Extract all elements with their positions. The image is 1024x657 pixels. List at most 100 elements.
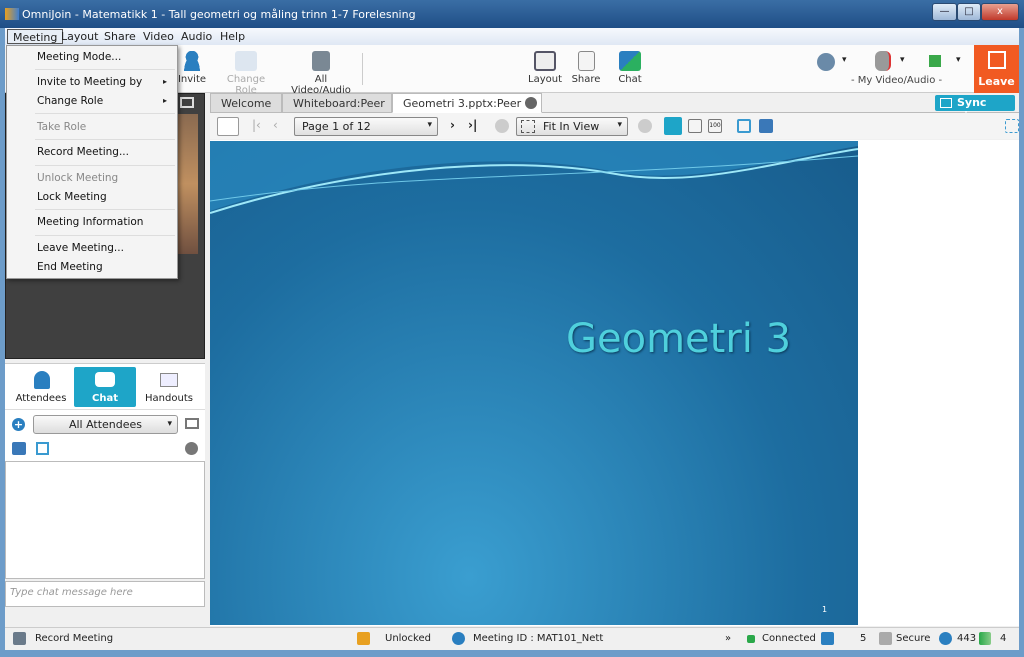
webcam-icon[interactable] [817, 53, 835, 71]
record-meeting-status[interactable]: Record Meeting [35, 633, 113, 644]
speaker-icon[interactable] [929, 55, 941, 67]
divider [35, 235, 175, 236]
popout-chat-icon[interactable] [185, 418, 199, 429]
print-icon[interactable] [759, 119, 773, 133]
fullscreen-icon[interactable] [1005, 119, 1019, 133]
menu-item-end-meeting[interactable]: End Meeting [37, 261, 103, 273]
recipient-value: All Attendees [68, 418, 143, 431]
clear-icon[interactable] [185, 442, 198, 455]
save-icon[interactable] [36, 442, 49, 455]
zoom-select[interactable]: Fit In View ▾ [516, 117, 628, 136]
recipient-select[interactable]: All Attendees ▾ [33, 415, 178, 434]
chat-label: Chat [618, 74, 642, 85]
chevron-down-icon: ▾ [427, 120, 432, 130]
layout-button[interactable]: Layout [527, 51, 563, 85]
sync-view-button[interactable]: Sync view [935, 95, 1015, 122]
menu-item-meeting-information[interactable]: Meeting Information [37, 216, 143, 228]
layout-label: Layout [528, 74, 562, 85]
menu-share[interactable]: Share [99, 29, 141, 44]
mic-muted-icon[interactable] [875, 51, 891, 71]
slide-wave-decoration [210, 141, 858, 214]
leave-button[interactable]: Leave [974, 45, 1019, 93]
document-tabs: Welcome Whiteboard:Peer Geometri 3.pptx:… [210, 93, 1019, 122]
title-bar: OmniJoin - Matematikk 1 - Tall geometri … [0, 0, 1024, 28]
menu-item-lock-meeting[interactable]: Lock Meeting [37, 191, 107, 203]
tab-welcome[interactable]: Welcome [210, 93, 282, 113]
menu-bar: Meeting Layout Share Video Audio Help [5, 28, 1019, 45]
document-share-icon [577, 51, 595, 71]
divider [35, 209, 175, 210]
divider [35, 113, 175, 114]
share-label: Share [571, 74, 601, 85]
leave-label: Leave [978, 75, 1015, 88]
app-frame: Meeting Layout Share Video Audio Help In… [5, 28, 1019, 650]
tab-chat[interactable]: Chat [74, 367, 136, 407]
change-role-button[interactable]: Change Role [218, 51, 274, 96]
minimize-button[interactable]: — [932, 3, 957, 21]
signal-bars-icon [979, 632, 991, 645]
invite-button[interactable]: Invite [177, 51, 207, 85]
divider [35, 165, 175, 166]
person-icon [34, 371, 50, 389]
print-icon[interactable] [12, 442, 26, 455]
tab-label: Attendees [15, 393, 67, 404]
popout-video-icon[interactable] [180, 97, 194, 108]
menu-video[interactable]: Video [138, 29, 179, 44]
port-icon [939, 632, 952, 645]
share-button[interactable]: Share [570, 51, 602, 85]
expand-status-icon[interactable]: » [725, 633, 731, 644]
menu-item-leave-meeting[interactable]: Leave Meeting... [37, 242, 124, 254]
zoom-out-icon[interactable] [495, 119, 509, 133]
menu-item-change-role[interactable]: Change Role [37, 95, 103, 107]
close-tab-icon[interactable] [525, 97, 537, 109]
last-page-icon[interactable]: ›| [468, 118, 477, 132]
prev-page-icon[interactable]: ‹ [273, 118, 278, 132]
tab-attendees[interactable]: Attendees [10, 367, 72, 407]
first-page-icon[interactable]: |‹ [252, 118, 261, 132]
menu-item-meeting-mode[interactable]: Meeting Mode... [37, 51, 121, 63]
menu-item-record-meeting[interactable]: Record Meeting... [37, 146, 129, 158]
actual-size-icon[interactable]: 100 [708, 119, 722, 133]
save-icon[interactable] [737, 119, 751, 133]
slide: Geometri 3 1 [210, 141, 858, 625]
menu-item-invite[interactable]: Invite to Meeting by [37, 76, 142, 88]
close-button[interactable]: x [981, 3, 1019, 21]
connection-status: Connected [762, 633, 816, 644]
mic-dropdown[interactable]: ▾ [900, 55, 905, 65]
menu-meeting[interactable]: Meeting [7, 29, 64, 44]
webcam-dropdown[interactable]: ▾ [842, 55, 847, 65]
fit-view-icon[interactable] [664, 117, 682, 135]
maximize-button[interactable]: □ [957, 3, 981, 21]
zoom-in-icon[interactable] [638, 119, 652, 133]
user-add-icon [181, 51, 203, 71]
pencil-icon[interactable] [217, 117, 239, 136]
slide-title: Geometri 3 [566, 316, 792, 362]
submenu-arrow-icon: ▸ [163, 77, 168, 86]
tab-geometri[interactable]: Geometri 3.pptx:Peer [392, 93, 542, 113]
window-title: OmniJoin - Matematikk 1 - Tall geometri … [22, 8, 416, 21]
fit-width-icon[interactable] [688, 119, 702, 133]
speaker-dropdown[interactable]: ▾ [956, 55, 961, 65]
webcam-mic-icon [312, 51, 330, 71]
menu-audio[interactable]: Audio [176, 29, 217, 44]
chat-input[interactable]: Type chat message here [5, 581, 205, 607]
tab-handouts[interactable]: Handouts [138, 367, 200, 407]
info-icon [452, 632, 465, 645]
page-select[interactable]: Page 1 of 12 ▾ [294, 117, 438, 136]
my-video-audio-label: - My Video/Audio - [851, 75, 943, 86]
add-icon[interactable]: + [12, 418, 25, 431]
meeting-id[interactable]: Meeting ID : MAT101_Nett [473, 633, 603, 644]
chat-log [5, 461, 205, 579]
record-icon [13, 632, 26, 645]
menu-help[interactable]: Help [215, 29, 250, 44]
invite-label: Invite [177, 74, 207, 85]
zoom-value: Fit In View [543, 120, 600, 133]
next-page-icon[interactable]: › [450, 118, 455, 132]
chat-bubbles-icon [619, 51, 641, 71]
lock-icon [357, 632, 370, 645]
tab-whiteboard[interactable]: Whiteboard:Peer [282, 93, 392, 113]
all-video-audio-button[interactable]: All Video/Audio [285, 51, 357, 96]
menu-layout[interactable]: Layout [56, 29, 103, 44]
chat-button[interactable]: Chat [615, 51, 645, 85]
lock-status[interactable]: Unlocked [385, 633, 431, 644]
